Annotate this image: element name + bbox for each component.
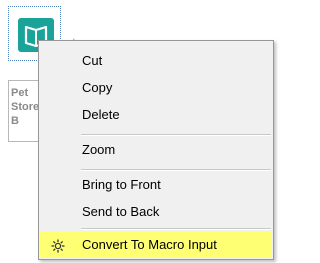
menu-separator xyxy=(81,134,271,136)
menu-item-copy[interactable]: Copy xyxy=(40,75,272,101)
menu-item-delete[interactable]: Delete xyxy=(40,102,272,128)
menu-separator xyxy=(81,169,271,171)
context-menu: Cut Copy Delete Zoom Bring to Front Send… xyxy=(38,40,274,260)
gear-icon xyxy=(50,236,66,253)
menu-item-cut[interactable]: Cut xyxy=(40,48,272,74)
menu-item-zoom[interactable]: Zoom xyxy=(40,137,272,163)
tool-annotation-label: Pet Store B xyxy=(11,87,40,127)
menu-item-send-to-back[interactable]: Send to Back xyxy=(40,199,272,225)
menu-item-convert-to-macro-input[interactable]: Convert To Macro Input xyxy=(40,231,272,258)
menu-item-bring-to-front[interactable]: Bring to Front xyxy=(40,172,272,198)
workflow-canvas[interactable]: Pet Store B Cut Copy Delete Zoom Bring t… xyxy=(0,0,280,263)
menu-separator xyxy=(81,228,271,230)
menu-item-label: Convert To Macro Input xyxy=(82,237,217,252)
